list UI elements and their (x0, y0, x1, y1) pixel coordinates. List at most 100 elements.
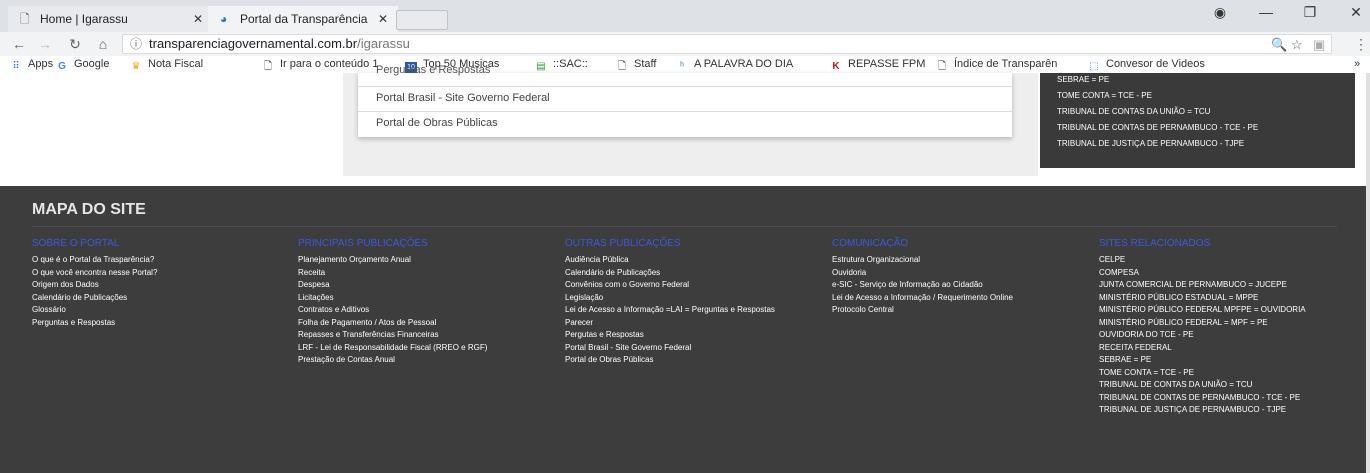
home-icon[interactable]: ⌂ (94, 35, 112, 53)
footer-link[interactable]: MINISTÉRIO PÚBLICO FEDERAL = MPF = PE (1099, 318, 1339, 328)
footer-link[interactable]: Glossário (32, 305, 272, 315)
footer-link[interactable]: Despesa (298, 280, 548, 290)
footer-link[interactable]: CELPE (1099, 255, 1339, 265)
footer-link[interactable]: TRIBUNAL DE JUSTIÇA DE PERNAMBUCO - TJPE (1099, 405, 1339, 415)
footer-link[interactable]: Origem dos Dados (32, 280, 272, 290)
bookmark-star-icon[interactable]: ☆ (1291, 36, 1303, 54)
page-scrollbar[interactable] (1366, 73, 1370, 473)
footer-link[interactable]: Portal de Obras Públicas (565, 355, 810, 365)
footer-link[interactable]: Audiência Pública (565, 255, 810, 265)
related-link[interactable]: TRIBUNAL DE JUSTIÇA DE PERNAMBUCO - TJPE (1057, 139, 1244, 148)
footer-link[interactable]: MINISTÉRIO PÚBLICO ESTADUAL = MPPE (1099, 293, 1339, 303)
footer-link[interactable]: O que é o Portal da Trasparência? (32, 255, 272, 265)
dropdown-item-cut[interactable]: Perguntas e Respostas (376, 64, 490, 76)
reload-icon[interactable]: ↻ (66, 35, 84, 53)
footer-link[interactable]: Pergutas e Respostas (565, 330, 810, 340)
footer-link[interactable]: Repasses e Transferências Financeiras (298, 330, 548, 340)
related-link[interactable]: SEBRAE = PE (1057, 75, 1109, 84)
bookmark-staff[interactable]: 🗋 Staff (616, 57, 656, 73)
crown-icon: ♛ (131, 61, 141, 72)
tab-title: Portal da Transparência (240, 12, 368, 26)
footer-link[interactable]: SEBRAE = PE (1099, 355, 1339, 365)
related-link[interactable]: TOME CONTA = TCE - PE (1057, 91, 1152, 100)
footer-link[interactable]: Legislação (565, 293, 810, 303)
bookmarks-bar: ⠿ Apps G Google ♛ Nota Fiscal 🗋 Ir para o co… (0, 56, 1370, 74)
footer-link[interactable]: Parecer (565, 318, 810, 328)
footer-link[interactable]: Lei de Acesso a Informação =LAI = Pergun… (565, 305, 810, 315)
bookmark-apps[interactable]: ⠿ Apps (10, 57, 53, 73)
bookmark-ir-para[interactable]: 🗋 Ir para o conteúdo 1 (262, 57, 379, 73)
bookmark-google[interactable]: G Google (56, 57, 109, 73)
dropdown-item-obras[interactable]: Portal de Obras Públicas (358, 111, 1012, 136)
footer-link[interactable]: O que você encontra nesse Portal? (32, 268, 272, 278)
publications-dropdown: Perguntas e Respostas Portal Brasil - Si… (358, 64, 1012, 137)
footer-link[interactable]: Lei de Acesso a Informação / Requeriment… (832, 293, 1062, 303)
address-bar[interactable]: ⓘ transparenciagovernamental.com.br/igar… (122, 34, 1332, 54)
page-content: Perguntas e Respostas Portal Brasil - Si… (0, 64, 1370, 186)
footer-link[interactable]: Receita (298, 268, 548, 278)
footer-link[interactable]: Contratos e Aditivos (298, 305, 548, 315)
footer-link[interactable]: TOME CONTA = TCE - PE (1099, 368, 1339, 378)
bookmark-indice[interactable]: 🗋 Índice de Transparên (936, 57, 1057, 73)
divider (32, 226, 1337, 227)
bookmark-sac[interactable]: ▤::SAC:: (535, 57, 588, 73)
new-tab-button[interactable] (396, 10, 448, 30)
close-tab-icon[interactable]: ✕ (193, 6, 203, 32)
folder-icon: ▤ (536, 61, 546, 72)
menu-icon[interactable]: ⋮ (1352, 35, 1370, 53)
tab-strip: 🗋 Home | Igarassu ✕ ◕ Portal da Transpar… (0, 0, 1370, 32)
back-icon[interactable]: ← (10, 35, 28, 53)
minimize-icon[interactable]: — (1256, 4, 1276, 20)
footer-link[interactable]: Planejamento Orçamento Anual (298, 255, 548, 265)
footer-link[interactable]: MINISTÉRIO PÚBLICO FEDERAL MPFPE = OUVID… (1099, 305, 1339, 315)
tab-portal[interactable]: ◕ Portal da Transparência ✕ (208, 6, 398, 32)
related-link[interactable]: TRIBUNAL DE CONTAS DA UNIÃO = TCU (1057, 107, 1210, 116)
footer-link[interactable]: Calendário de Publicações (32, 293, 272, 303)
tab-title: Home | Igarassu (40, 12, 128, 26)
footer-link[interactable]: JUNTA COMERCIAL DE PERNAMBUCO = JUCEPE (1099, 280, 1339, 290)
dropdown-item-portal-brasil[interactable]: Portal Brasil - Site Governo Federal (358, 86, 1012, 111)
tab-home[interactable]: 🗋 Home | Igarassu ✕ (8, 6, 213, 32)
column-heading: SOBRE O PORTAL (32, 238, 120, 249)
video-icon: ⬚ (1089, 61, 1099, 72)
bookmark-palavra[interactable]: ʰA PALAVRA DO DIA (676, 57, 793, 73)
related-link[interactable]: TRIBUNAL DE CONTAS DE PERNAMBUCO - TCE -… (1057, 123, 1258, 132)
bookmark-convesor[interactable]: ⬚ Convesor de Videos (1088, 57, 1205, 73)
footer-link[interactable]: Prestação de Contas Anual (298, 355, 548, 365)
page-icon: 🗋 (617, 61, 627, 72)
site-info-icon[interactable]: ⓘ (130, 35, 142, 53)
footer-link[interactable]: Portal Brasil - Site Governo Federal (565, 343, 810, 353)
url-path: /igarassu (357, 36, 410, 51)
footer-link[interactable]: TRIBUNAL DE CONTAS DA UNIÃO = TCU (1099, 380, 1339, 390)
footer-link[interactable]: TRIBUNAL DE CONTAS DE PERNAMBUCO - TCE -… (1099, 393, 1339, 403)
bookmarks-more-icon[interactable]: » (1354, 57, 1360, 72)
profile-icon[interactable]: ◉ (1210, 4, 1230, 21)
extension-icon[interactable]: ▣ (1313, 36, 1325, 54)
footer-link[interactable]: OUVIDORIA DO TCE - PE (1099, 330, 1339, 340)
forward-icon[interactable]: → (36, 35, 54, 53)
restore-icon[interactable]: ❐ (1300, 4, 1320, 21)
footer-link[interactable]: RECEITA FEDERAL (1099, 343, 1339, 353)
site-map-footer: MAPA DO SITE SOBRE O PORTAL O que é o Po… (0, 186, 1370, 473)
close-window-icon[interactable]: ✕ (1346, 4, 1366, 21)
footer-link[interactable]: Licitações (298, 293, 548, 303)
footer-link[interactable]: e-SIC - Serviço de Informação ao Cidadão (832, 280, 1062, 290)
close-tab-icon[interactable]: ✕ (378, 6, 388, 32)
bookmark-repasse[interactable]: K REPASSE FPM (830, 57, 925, 73)
browser-toolbar: ← → ↻ ⌂ ⓘ transparenciagovernamental.com… (0, 32, 1370, 57)
footer-link[interactable]: Convênios com o Governo Federal (565, 280, 810, 290)
bookmark-nota-fiscal[interactable]: ♛ Nota Fiscal (130, 57, 204, 73)
footer-link[interactable]: Protocolo Central (832, 305, 1062, 315)
column-principais: PRINCIPAIS PUBLICAÇÕES Planejamento Orça… (298, 238, 548, 368)
footer-link[interactable]: Folha de Pagamento / Atos de Pessoal (298, 318, 548, 328)
footer-link[interactable]: Perguntas e Respostas (32, 318, 272, 328)
google-icon: G (58, 61, 66, 72)
page-icon: 🗋 (263, 61, 273, 72)
footer-link[interactable]: COMPESA (1099, 268, 1339, 278)
footer-link[interactable]: Calendário de Publicações (565, 268, 810, 278)
footer-link[interactable]: Ouvidoria (832, 268, 1062, 278)
footer-link[interactable]: LRF - Lei de Responsabilidade Fiscal (RR… (298, 343, 548, 353)
footer-link[interactable]: Estrutura Organizacional (832, 255, 1062, 265)
zoom-icon[interactable]: 🔍 (1271, 36, 1287, 54)
logo-icon: ʰ (680, 61, 684, 72)
